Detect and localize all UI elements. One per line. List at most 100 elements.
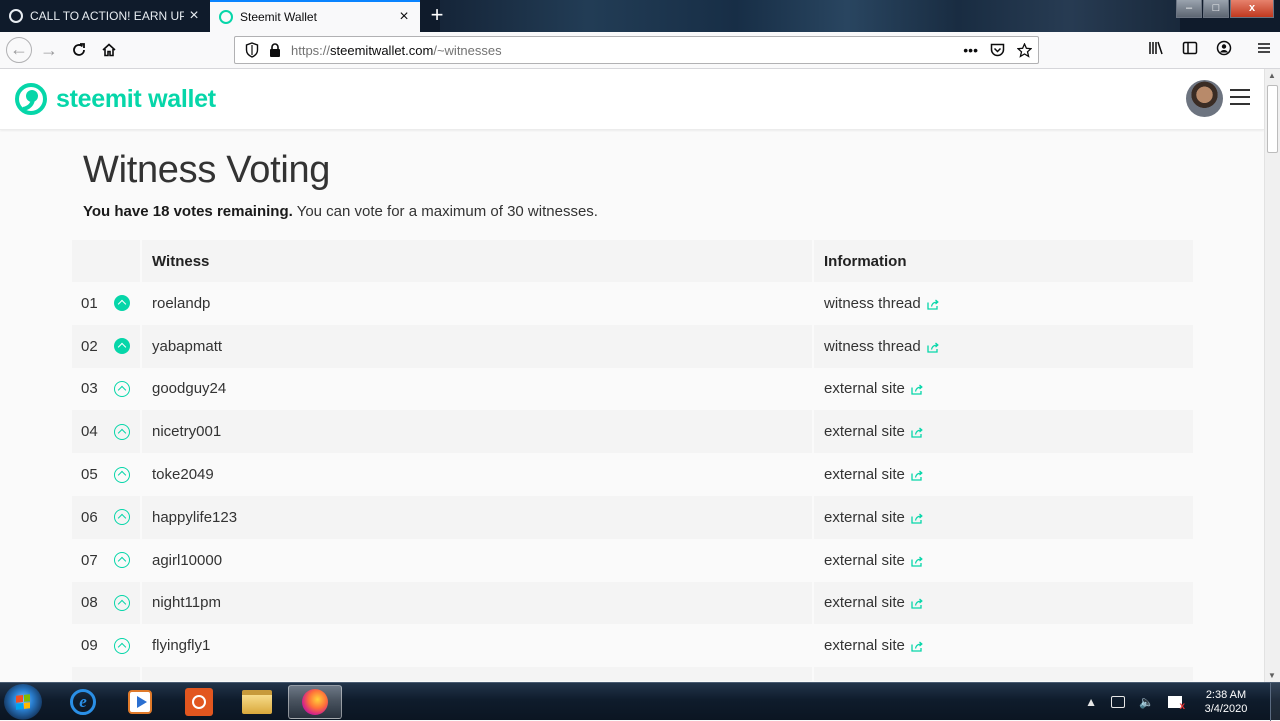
reload-icon[interactable] [67,38,91,62]
maximize-button[interactable]: □ [1203,0,1229,18]
rank-cell: 07 [72,539,142,582]
rank-number: 09 [81,637,98,655]
menu-icon[interactable] [1256,40,1272,56]
page-scrollbar[interactable]: ▲ ▼ [1264,69,1280,682]
minimize-button[interactable]: – [1176,0,1202,18]
scroll-down-icon[interactable]: ▼ [1268,671,1276,680]
back-arrow-icon[interactable]: ← [6,37,32,63]
witness-name[interactable]: happylife123 [142,495,814,539]
scroll-up-icon[interactable]: ▲ [1268,71,1276,80]
tab-steemit-wallet[interactable]: Steemit Wallet × [210,0,420,32]
taskbar-file-explorer[interactable] [230,685,284,719]
external-link-icon[interactable] [911,427,923,438]
information-cell [814,667,1193,681]
taskbar-firefox[interactable] [288,685,342,719]
taskbar-media-player[interactable] [113,685,167,719]
action-center-flag-icon[interactable] [1168,696,1185,712]
new-tab-button[interactable]: + [426,3,448,27]
witness-name[interactable]: night11pm [142,581,814,625]
information-link[interactable]: external site [824,509,905,526]
upvote-chevron-icon[interactable] [114,552,130,569]
system-tray: ▲ 🔈 2:38 AM 3/4/2020 [1085,683,1280,721]
information-link[interactable]: external site [824,423,905,440]
upvote-chevron-icon[interactable] [114,338,130,355]
information-link[interactable]: witness thread [824,295,921,312]
show-desktop-button[interactable] [1270,683,1280,721]
rank-cell: 04 [72,410,142,454]
folder-icon [242,690,272,714]
url-text[interactable]: https://steemitwallet.com/~witnesses [291,43,502,58]
witness-name[interactable]: goodguy24 [142,368,814,411]
upvote-chevron-icon[interactable] [114,509,130,526]
sidebar-icon[interactable] [1182,40,1198,56]
url-path: /~witnesses [433,42,502,58]
start-button[interactable] [4,684,42,720]
taskbar-internet-explorer[interactable]: e [56,685,110,719]
rank-cell: 01 [72,282,142,325]
library-icon[interactable] [1148,40,1164,56]
hamburger-menu-icon[interactable] [1230,89,1250,107]
office-app-icon [185,688,213,716]
page-actions-icon[interactable]: ••• [963,42,978,58]
tab-close-icon[interactable]: × [394,8,414,26]
clock-time: 2:38 AM [1205,689,1247,701]
rank-number: 04 [81,423,98,441]
table-row: 03 goodguy24 external site [72,368,1193,411]
information-link[interactable]: external site [824,466,905,483]
forward-arrow-icon[interactable]: → [37,38,61,62]
external-link-icon[interactable] [911,598,923,610]
taskbar-office[interactable] [172,685,226,719]
external-link-icon[interactable] [927,342,939,353]
table-row: 01 roelandp witness thread [72,282,1193,325]
steemit-favicon-icon [9,9,23,23]
lock-icon[interactable] [269,43,281,57]
external-link-icon[interactable] [911,384,923,396]
information-link[interactable]: external site [824,594,905,611]
information-link[interactable]: external site [824,637,905,654]
external-link-icon[interactable] [911,513,923,524]
speaker-icon[interactable]: 🔈 [1139,695,1154,709]
information-link[interactable]: external site [824,552,905,569]
upvote-chevron-icon[interactable] [114,466,130,483]
url-bar[interactable]: https://steemitwallet.com/~witnesses ••• [234,36,1039,64]
upvote-chevron-icon[interactable] [114,637,130,654]
tracking-shield-icon[interactable] [245,42,259,58]
upvote-chevron-icon[interactable] [114,423,130,440]
show-hidden-icons-icon[interactable]: ▲ [1085,695,1097,709]
witness-name[interactable]: roelandp [142,282,814,325]
witness-name[interactable]: agirl10000 [142,539,814,582]
table-row: 02 yabapmatt witness thread [72,324,1193,368]
votes-remaining-bold: You have 18 votes remaining. [83,203,293,220]
internet-explorer-icon: e [70,689,96,715]
upvote-chevron-icon[interactable] [114,380,130,397]
home-icon[interactable] [97,38,121,62]
rank-cell [72,667,142,682]
upvote-chevron-icon[interactable] [114,295,130,312]
external-link-icon[interactable] [911,556,923,567]
pocket-icon[interactable] [990,43,1005,57]
information-link[interactable]: witness thread [824,338,921,355]
bookmark-star-icon[interactable] [1017,42,1032,58]
witness-name[interactable]: yabapmatt [142,324,814,368]
network-icon[interactable] [1111,696,1126,708]
clock[interactable]: 2:38 AM 3/4/2020 [1196,688,1256,716]
external-link-icon[interactable] [927,299,939,310]
tab-call-to-action[interactable]: CALL TO ACTION! EARN UPVO × [0,0,210,32]
witness-name[interactable]: nicetry001 [142,410,814,454]
steemit-wallet-logo[interactable]: steemit wallet [14,82,216,116]
external-link-icon[interactable] [911,470,923,481]
witness-column-header: Witness [142,240,814,282]
rank-number: 03 [81,380,98,398]
account-icon[interactable] [1216,40,1232,56]
external-link-icon[interactable] [911,641,923,652]
tab-close-icon[interactable]: × [184,7,204,25]
votes-max-text: You can vote for a maximum of 30 witness… [292,203,598,220]
close-window-button[interactable]: x [1230,0,1274,18]
windows-logo-icon [16,694,30,710]
upvote-chevron-icon[interactable] [114,594,130,611]
information-link[interactable]: external site [824,380,905,397]
witness-name[interactable]: flyingfly1 [142,624,814,667]
witness-name[interactable]: toke2049 [142,453,814,496]
avatar[interactable] [1186,80,1223,117]
scroll-thumb[interactable] [1267,85,1278,153]
